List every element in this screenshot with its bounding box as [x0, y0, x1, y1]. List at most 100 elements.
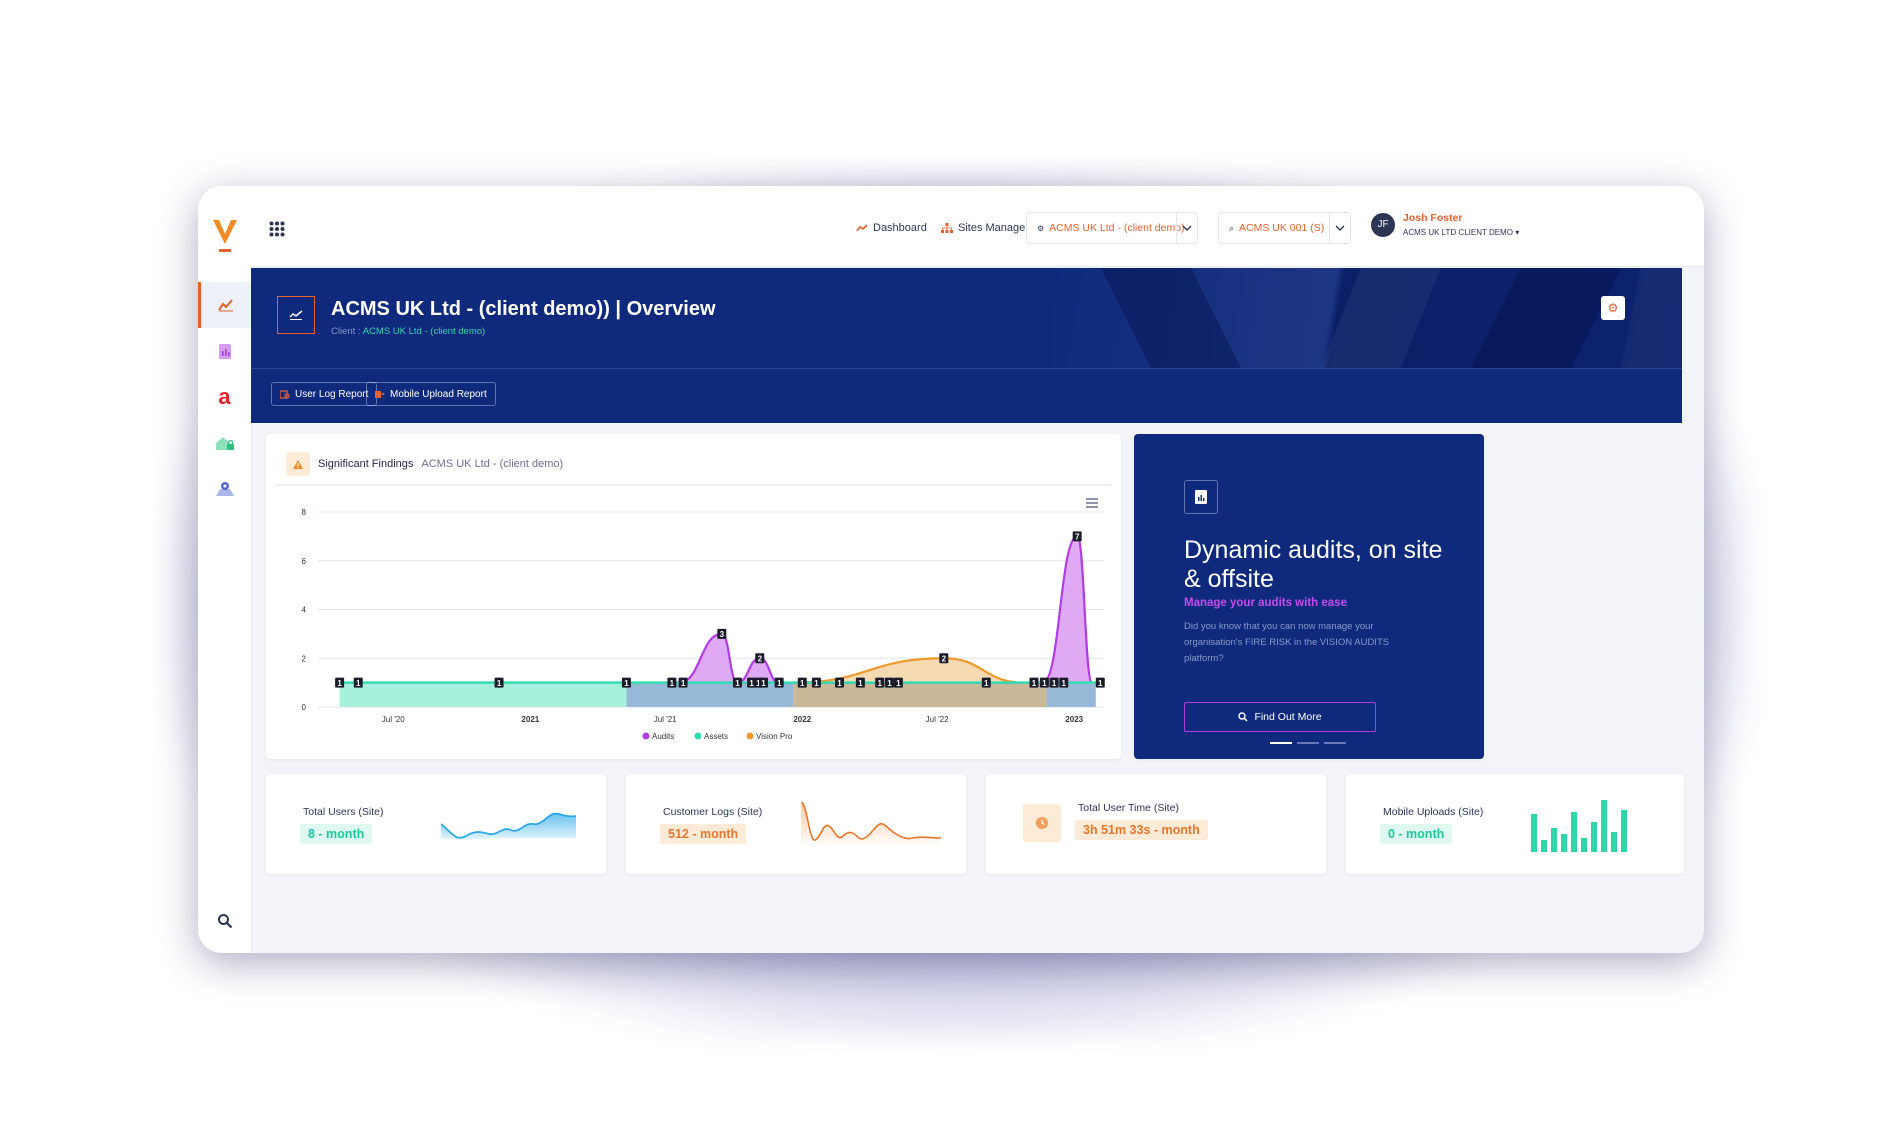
data-label: 1	[984, 679, 989, 688]
user-menu[interactable]: JF Josh Foster ACMS UK LTD CLIENT DEMO ▾	[1371, 212, 1519, 237]
y-tick-label: 4	[302, 606, 307, 615]
settings-button[interactable]: ⚙	[1601, 296, 1625, 320]
rail-documents[interactable]	[198, 328, 251, 374]
x-tick-label: Jul '20	[382, 715, 405, 724]
mobile-upload-report-label: Mobile Upload Report	[390, 388, 487, 400]
data-label: 1	[1042, 679, 1047, 688]
map-pin-icon	[215, 482, 234, 496]
data-label: 1	[837, 679, 842, 688]
nav-dashboard[interactable]: Dashboard	[856, 222, 927, 234]
y-tick-label: 6	[302, 557, 307, 566]
apps-grid-icon[interactable]	[269, 221, 285, 237]
data-label: 1	[761, 679, 766, 688]
x-tick-label: 2021	[521, 715, 539, 724]
a-brand-icon: a	[218, 384, 231, 409]
carousel-dot[interactable]	[1297, 742, 1319, 744]
promo-text: Did you know that you can now manage you…	[1184, 621, 1390, 664]
data-label: 1	[497, 679, 502, 688]
carousel-dot[interactable]	[1324, 742, 1346, 744]
y-tick-label: 8	[302, 508, 307, 517]
client-select-value: ACMS UK Ltd - (client demo)	[1049, 222, 1185, 234]
findings-title: Significant Findings	[318, 458, 414, 470]
client-select[interactable]: ⚙ ACMS UK Ltd - (client demo)	[1026, 212, 1198, 244]
app-logo	[213, 220, 237, 252]
chevron-down-icon	[1176, 213, 1197, 243]
gear-icon: ⚙	[1037, 223, 1045, 233]
data-label: 7	[1075, 533, 1080, 542]
significant-findings-card: Significant Findings ACMS UK Ltd - (clie…	[266, 434, 1121, 759]
search-icon	[1238, 712, 1248, 722]
data-label: 1	[1062, 679, 1067, 688]
nav-sites-manager[interactable]: Sites Manager	[941, 222, 1029, 234]
stat-label: Total Users (Site)	[303, 806, 384, 818]
rail-map[interactable]	[198, 466, 251, 512]
gear-icon: ⚙	[1607, 301, 1619, 315]
carousel-dot[interactable]	[1270, 742, 1292, 744]
x-tick-label: 2023	[1065, 715, 1083, 724]
y-tick-label: 0	[302, 703, 307, 712]
stat-value: 0 - month	[1380, 824, 1453, 844]
x-tick-label: 2022	[793, 715, 811, 724]
site-select-value: ACMS UK 001 (S)	[1239, 222, 1325, 234]
sitemap-icon	[941, 223, 953, 233]
chart-icon	[856, 224, 868, 232]
client-name: ACMS UK Ltd - (client demo)	[362, 326, 486, 337]
analytics-icon	[218, 299, 233, 312]
findings-chart: 024681 1 1 1 1 131 1 1 121 1 1 1 1 1 1 121 1 1 1 171Jul '20…	[302, 498, 1105, 741]
stat-value: 8 - month	[300, 824, 373, 844]
stat-label: Customer Logs (Site)	[663, 806, 763, 818]
chevron-down-icon	[1329, 213, 1350, 243]
search-small-icon: ⌕	[1229, 222, 1235, 233]
find-out-more-button[interactable]: Find Out More	[1184, 702, 1376, 732]
clock-icon	[1023, 804, 1061, 842]
legend-label: Assets	[704, 732, 728, 741]
report-upload-icon	[375, 390, 385, 398]
client-subtitle: Client : ACMS UK Ltd - (client demo)	[331, 326, 485, 337]
rail-secure-home[interactable]	[198, 420, 251, 466]
site-select[interactable]: ⌕ ACMS UK 001 (S)	[1218, 212, 1351, 244]
data-label: 1	[858, 679, 863, 688]
data-label: 1	[896, 679, 901, 688]
data-label: 1	[1032, 679, 1037, 688]
legend-marker	[694, 732, 702, 740]
data-label: 1	[800, 679, 805, 688]
area-band	[626, 682, 794, 707]
user-log-report-label: User Log Report	[295, 388, 369, 400]
data-label: 1	[670, 679, 675, 688]
promo-subtitle: Manage your audits with ease	[1184, 597, 1347, 609]
overview-icon-box	[277, 296, 315, 334]
left-rail: a	[198, 186, 252, 953]
search-icon	[217, 914, 232, 929]
data-label: 1	[681, 679, 686, 688]
stat-card-user-time: Total User Time (Site) 3h 51m 33s - mont…	[986, 774, 1326, 874]
rail-search[interactable]	[198, 898, 251, 944]
analytics-icon	[289, 310, 303, 320]
rail-analytics[interactable]	[198, 282, 251, 328]
uploads-bar-sparkline	[1531, 800, 1627, 852]
legend-label: Audits	[652, 732, 674, 741]
data-label: 2	[942, 654, 947, 663]
y-tick-label: 2	[302, 654, 307, 663]
stat-card-customer-logs: Customer Logs (Site) 512 - month	[626, 774, 966, 874]
secure-home-icon	[215, 437, 234, 450]
mobile-upload-report-button[interactable]: Mobile Upload Report	[366, 382, 496, 406]
nav-dashboard-label: Dashboard	[873, 222, 927, 234]
legend-marker	[642, 732, 650, 740]
data-label: 1	[1098, 679, 1103, 688]
warning-icon	[286, 452, 310, 476]
user-log-report-button[interactable]: User Log Report	[271, 382, 378, 406]
stat-label: Total User Time (Site)	[1078, 802, 1179, 814]
data-label: 1	[1052, 679, 1057, 688]
banner-stripes	[1101, 268, 1682, 368]
data-label: 1	[878, 679, 883, 688]
rail-a-brand[interactable]: a	[198, 374, 251, 420]
data-label: 2	[758, 654, 763, 663]
logs-sparkline	[801, 802, 941, 847]
user-name: Josh Foster	[1403, 212, 1463, 224]
data-label: 1	[814, 679, 819, 688]
document-icon	[218, 343, 231, 359]
area-band	[793, 682, 1047, 707]
promo-title: Dynamic audits, on site & offsite	[1184, 536, 1443, 593]
overview-banner: ACMS UK Ltd - (client demo)) | Overview …	[251, 268, 1682, 423]
banner-divider	[251, 368, 1682, 369]
